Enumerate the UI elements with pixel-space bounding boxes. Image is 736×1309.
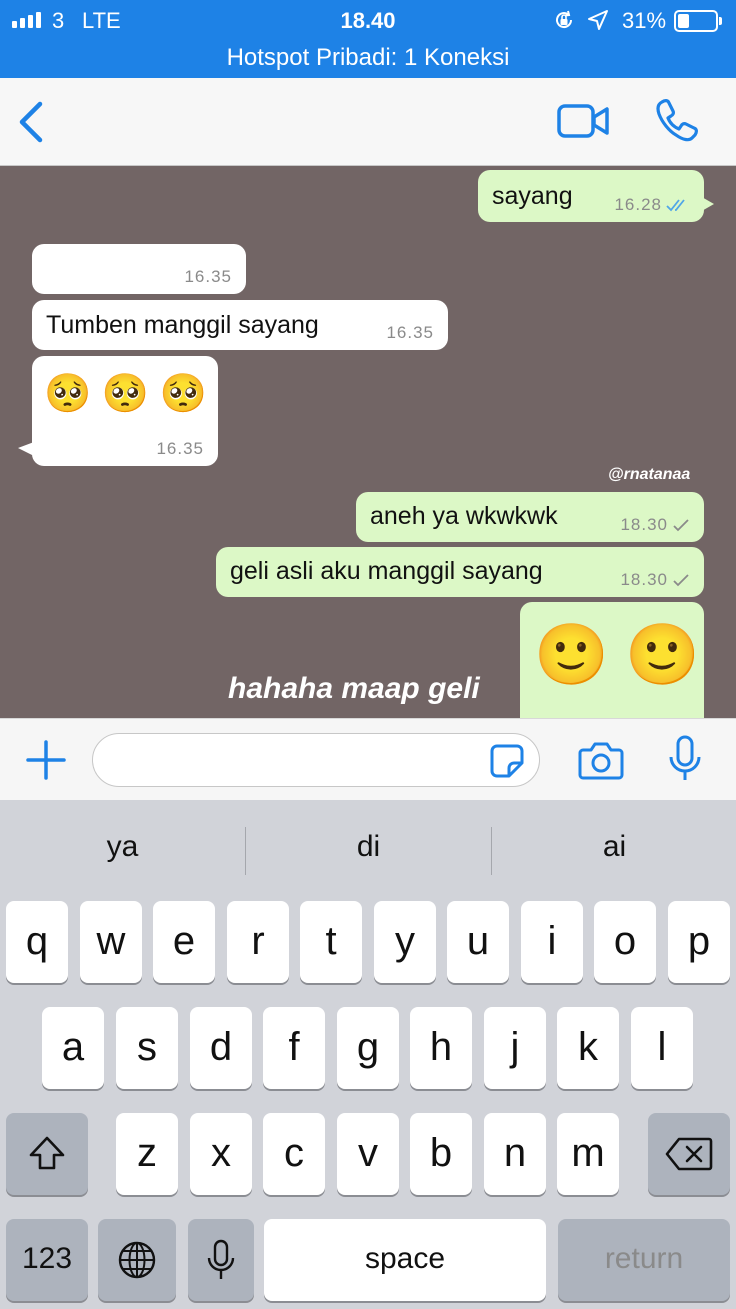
message-text: Tumben manggil sayang [46,311,319,339]
status-bar: 3 LTE 18.40 31% [0,0,736,40]
key[interactable]: d [190,1007,252,1089]
key[interactable]: i [521,901,583,983]
key[interactable]: p [668,901,730,983]
key[interactable]: y [374,901,436,983]
emoji-message-bubble[interactable]: 🥺 🥺 🥺 16.35 [18,356,218,466]
suggestion-item[interactable]: ai [492,830,736,864]
shift-key[interactable] [6,1113,88,1195]
key[interactable]: x [190,1113,252,1195]
message-time: 18.30 [620,570,668,589]
key[interactable]: g [337,1007,399,1089]
overlay-caption: hahaha maap geli [228,672,480,705]
key[interactable]: b [410,1113,472,1195]
sent-check-icon [673,519,689,532]
message-bubble[interactable]: Tumben manggil sayang 16.35 [32,300,448,350]
dictation-key[interactable] [188,1219,254,1301]
key[interactable]: h [410,1007,472,1089]
emoji-message-bubble[interactable]: 🙂 🙂 [520,602,704,718]
message-bubble[interactable]: 16.35 [32,244,246,294]
message-time: 16.28 [614,195,662,214]
suggestion-item[interactable]: di [246,830,491,864]
bubble-tail [700,196,714,212]
key[interactable]: k [557,1007,619,1089]
key[interactable]: a [42,1007,104,1089]
chat-area[interactable]: sayang 16.28 16.35 Tumben manggil sayang… [0,166,736,718]
battery-percent: 31% [622,8,667,33]
numbers-key[interactable]: 123 [6,1219,88,1301]
key[interactable]: o [594,901,656,983]
message-time: 16.35 [156,439,204,458]
key[interactable]: t [300,901,362,983]
key[interactable]: r [227,901,289,983]
globe-key[interactable] [98,1219,176,1301]
location-icon [588,10,608,30]
phone-call-icon[interactable] [652,96,702,146]
plus-icon[interactable] [24,738,68,782]
message-meta: 16.28 [614,195,690,215]
message-time: 16.35 [386,323,434,342]
read-receipt-icon [666,199,685,212]
key[interactable]: v [337,1113,399,1195]
message-text: geli asli aku manggil sayang [230,557,543,585]
watermark: @rnatanaa [608,466,691,483]
key[interactable]: l [631,1007,693,1089]
microphone-icon [207,1239,235,1279]
key[interactable]: n [484,1113,546,1195]
message-meta: 18.30 [620,515,690,535]
message-text: 🥺 🥺 🥺 [44,373,208,415]
microphone-icon[interactable] [666,735,704,783]
message-text: aneh ya wkwkwk [370,502,558,530]
keyboard: ya di ai q w e r t y u i o p a s d f g h… [0,800,736,1309]
backspace-icon [665,1137,713,1171]
shift-icon [29,1136,65,1170]
message-meta: 18.30 [620,570,690,590]
back-icon[interactable] [14,98,50,146]
message-input[interactable] [92,733,540,787]
message-time: 18.30 [620,515,668,534]
suggestion-bar: ya di ai [0,800,736,900]
sticker-icon[interactable] [489,743,525,779]
space-key[interactable]: space [264,1219,546,1301]
message-bubble[interactable]: aneh ya wkwkwk 18.30 [356,492,704,542]
key[interactable]: q [6,901,68,983]
message-text: sayang [492,182,573,210]
key[interactable]: e [153,901,215,983]
video-call-icon[interactable] [556,100,610,142]
message-bubble[interactable]: sayang 16.28 [478,170,714,222]
hotspot-banner[interactable]: Hotspot Pribadi: 1 Koneksi [0,40,736,78]
sent-check-icon [673,574,689,587]
rotation-lock-icon [556,10,573,29]
key[interactable]: w [80,901,142,983]
globe-icon [118,1241,156,1279]
key[interactable]: j [484,1007,546,1089]
message-text: 🙂 🙂 [534,621,701,688]
return-key[interactable]: return [558,1219,730,1301]
key[interactable]: c [263,1113,325,1195]
key[interactable]: z [116,1113,178,1195]
bubble-tail [18,442,34,456]
suggestion-item[interactable]: ya [0,830,245,864]
message-bubble[interactable]: geli asli aku manggil sayang 18.30 [216,547,704,597]
camera-icon[interactable] [578,739,624,781]
battery-icon [674,10,722,32]
key[interactable]: m [557,1113,619,1195]
input-bar [0,718,736,800]
message-time: 16.35 [184,267,232,286]
key[interactable]: u [447,901,509,983]
chat-header [0,78,736,166]
delete-key[interactable] [648,1113,730,1195]
key[interactable]: s [116,1007,178,1089]
key[interactable]: f [263,1007,325,1089]
